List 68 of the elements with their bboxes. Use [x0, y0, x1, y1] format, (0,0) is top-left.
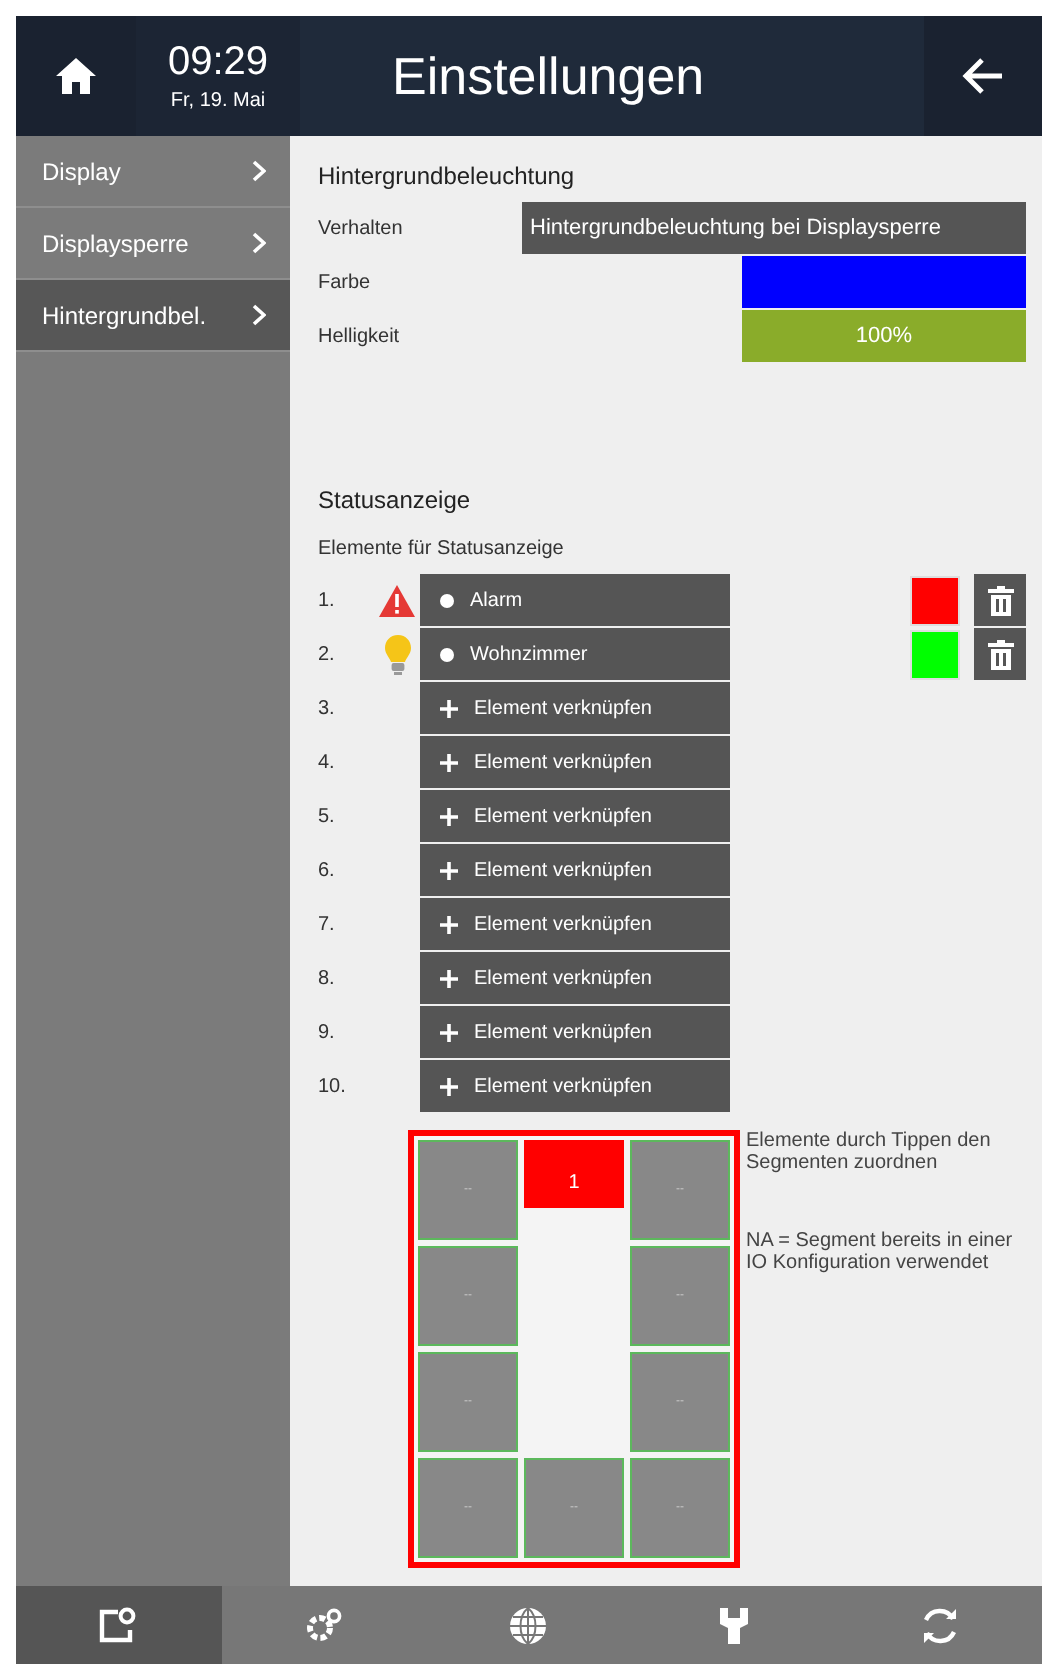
row-number: 8.: [318, 967, 337, 989]
field-label: Helligkeit: [318, 325, 402, 347]
row-number: 1.: [318, 589, 337, 611]
link-element-button[interactable]: Element verknüpfen: [420, 898, 730, 950]
refresh-icon: [919, 1605, 960, 1645]
section-subtitle: Elemente für Statusanzeige: [318, 538, 566, 560]
home-icon: [54, 56, 98, 96]
element-button[interactable]: Wohnzimmer: [420, 628, 730, 680]
row-number: 3.: [318, 697, 337, 719]
home-button[interactable]: [16, 16, 136, 136]
bullet-icon: [440, 593, 454, 607]
chevron-icon: [252, 232, 266, 254]
link-element-button[interactable]: Element verknüpfen: [420, 952, 730, 1004]
plus-icon: [440, 1023, 458, 1041]
plus-icon: [440, 861, 458, 879]
link-element-button[interactable]: Element verknüpfen: [420, 682, 730, 734]
hint-text: Elemente durch Tippen den Segmenten zuordnen: [746, 1130, 993, 1174]
color-swatch[interactable]: [910, 629, 960, 679]
plus-icon: [440, 1077, 458, 1095]
plus-icon: [440, 969, 458, 987]
chevron-icon: [252, 304, 266, 326]
page-title: Einstellungen: [392, 45, 705, 107]
row-number: 4.: [318, 751, 337, 773]
trash-icon: [987, 585, 1013, 615]
brightness-reading: 100%: [855, 322, 913, 350]
element-button[interactable]: Alarm: [420, 574, 730, 626]
row-number: 6.: [318, 859, 337, 881]
color-picker[interactable]: [742, 256, 1026, 308]
trash-icon: [987, 639, 1013, 669]
sidebar-item[interactable]: Hintergrundbel.: [16, 280, 290, 352]
bullet-icon: [440, 647, 454, 661]
plus-icon: [440, 699, 458, 717]
plus-icon: [440, 807, 458, 825]
brightness-slider[interactable]: 100%: [742, 310, 1026, 362]
delete-button[interactable]: [974, 574, 1026, 626]
segment-button[interactable]: 1: [524, 1140, 624, 1208]
wrench-icon: [718, 1605, 751, 1645]
link-element-button[interactable]: Element verknüpfen: [420, 790, 730, 842]
gears-icon: [303, 1605, 344, 1645]
color-swatch[interactable]: [910, 575, 960, 625]
delete-button[interactable]: [974, 628, 1026, 680]
back-arrow-icon: [961, 56, 1005, 96]
clock-date: Fr, 19. Mai: [170, 90, 266, 112]
row-number: 7.: [318, 913, 337, 935]
section-heading: Hintergrundbeleuchtung: [318, 162, 577, 190]
link-element-button[interactable]: Element verknüpfen: [420, 844, 730, 896]
section-heading: Statusanzeige: [318, 486, 473, 514]
bottom-tab[interactable]: [16, 1586, 222, 1664]
globe-icon: [508, 1605, 549, 1645]
row-number: 10.: [318, 1075, 348, 1097]
plus-icon: [440, 915, 458, 933]
light-bulb-icon: [383, 633, 411, 675]
row-number: 9.: [318, 1021, 337, 1043]
link-element-button[interactable]: Element verknüpfen: [420, 736, 730, 788]
row-number: 5.: [318, 805, 337, 827]
field-label: Farbe: [318, 271, 373, 293]
clock-time: 09:29: [167, 40, 269, 86]
field-label: Verhalten: [318, 217, 405, 239]
link-element-button[interactable]: Element verknüpfen: [420, 1006, 730, 1058]
display-settings-icon: [98, 1606, 139, 1644]
link-element-button[interactable]: Element verknüpfen: [420, 1060, 730, 1112]
row-number: 2.: [318, 643, 337, 665]
warning-icon: [378, 583, 416, 617]
hint-text: NA = Segment bereits in einer IO Konfiguration verwendet: [746, 1230, 1015, 1274]
back-button[interactable]: [924, 16, 1042, 136]
behavior-dropdown[interactable]: Hintergrundbeleuchtung bei Displaysperre: [522, 202, 1026, 254]
chevron-icon: [252, 160, 266, 182]
plus-icon: [440, 753, 458, 771]
